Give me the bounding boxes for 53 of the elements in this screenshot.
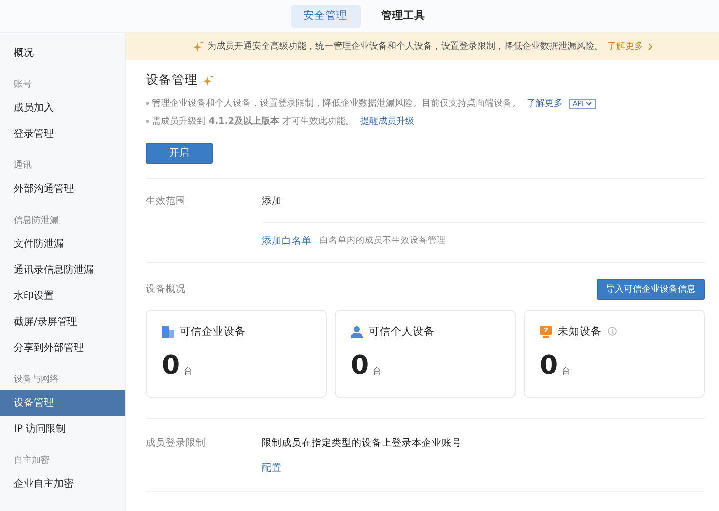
enable-button[interactable]: 开启 [146, 142, 213, 164]
sidebar-item[interactable]: 文件防泄漏 [0, 231, 125, 257]
building-icon [162, 326, 174, 338]
card-title: 可信个人设备 [369, 324, 435, 338]
count-unit: 台 [373, 366, 382, 378]
card-title: 未知设备 [558, 324, 602, 338]
login-limit-text: 限制成员在指定类型的设备上登录本企业账号 [262, 436, 462, 450]
sidebar-group-title: 账号 [13, 78, 33, 92]
note-link[interactable]: 了解更多 [527, 97, 563, 110]
scope-label: 生效范围 [146, 194, 187, 208]
sidebar-item[interactable]: 分享到外部管理 [0, 335, 125, 361]
bullet-icon [146, 120, 149, 123]
note-text: 需成员升级到 4.1.2及以上版本 才可生效此功能。 [152, 115, 354, 128]
note-text: 管理企业设备和个人设备，设置登录限制，降低企业数据泄漏风险。目前仅支持桌面端设备。 [152, 98, 521, 110]
top-tab[interactable]: 安全管理 [290, 4, 360, 28]
device-count: 0 [351, 350, 370, 380]
add-link[interactable]: 添加 [262, 194, 282, 208]
device-count: 0 [540, 350, 558, 380]
sparkle-icon [203, 75, 214, 86]
top-tab[interactable]: 管理工具 [368, 4, 438, 28]
count-unit: 台 [184, 366, 194, 378]
page-title: 设备管理 [146, 72, 198, 89]
bullet-icon [146, 102, 149, 105]
note-link[interactable]: 提醒成员升级 [360, 115, 414, 128]
caret-icon [586, 102, 592, 106]
sidebar-item[interactable]: 截屏/录屏管理 [0, 309, 125, 335]
sidebar-item[interactable]: 企业自主加密 [0, 471, 125, 497]
card-title: 可信企业设备 [180, 324, 246, 338]
sidebar-group-title: 设备与网络 [13, 374, 60, 387]
banner-text: 为成员开通安全高级功能，统一管理企业设备和个人设备，设置登录限制，降低企业数据泄漏风险。 [208, 40, 604, 53]
device-count: 0 [162, 350, 180, 380]
sidebar-item[interactable]: 成员加入 [0, 95, 125, 121]
person-icon [351, 326, 363, 338]
sidebar-item[interactable]: 登录管理 [0, 121, 125, 147]
import-button[interactable]: 导入可信企业设备信息 [597, 278, 705, 300]
sparkle-icon [192, 41, 204, 52]
question-monitor-icon [540, 326, 552, 338]
configure-link[interactable]: 配置 [262, 462, 462, 474]
whitelist-note: 白名单内的成员不生效设备管理 [320, 234, 446, 248]
sidebar-group-title: 自主加密 [13, 454, 51, 468]
whitelist-link[interactable]: 添加白名单 [262, 234, 312, 248]
sidebar-item[interactable]: 外部沟通管理 [0, 176, 125, 202]
count-unit: 台 [562, 366, 572, 378]
overview-label: 设备概况 [146, 282, 187, 296]
sidebar-item[interactable]: 通讯录信息防泄漏 [0, 257, 125, 283]
sidebar-item[interactable]: 水印设置 [0, 283, 125, 309]
sidebar-group-title: 信息防泄漏 [13, 214, 60, 228]
sidebar-item[interactable]: 概况 [0, 40, 125, 66]
sidebar-item[interactable]: 设备管理 [0, 390, 125, 416]
sidebar-item[interactable]: IP 访问限制 [0, 416, 125, 442]
chevron-right-icon [648, 42, 652, 50]
sidebar-group-title: 通讯 [13, 160, 33, 173]
login-limit-label: 成员登录限制 [146, 436, 207, 450]
